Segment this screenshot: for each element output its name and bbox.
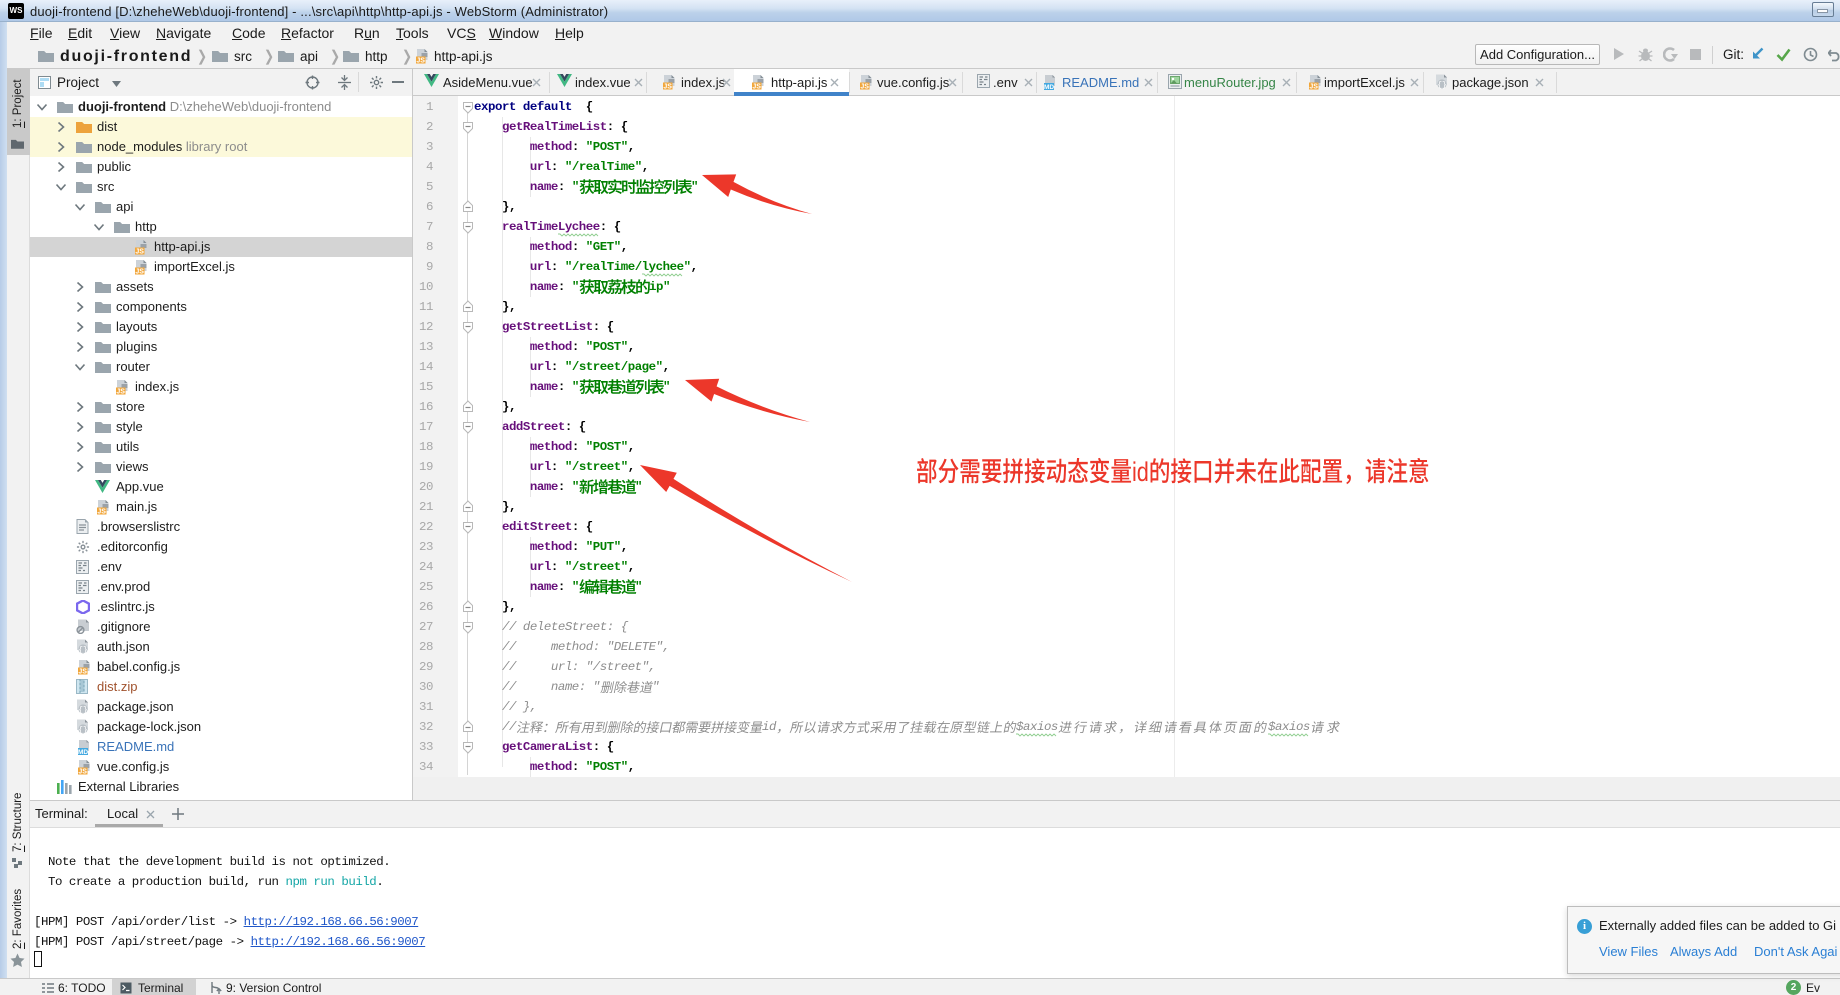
svg-text:JS: JS (78, 769, 87, 775)
svg-text:MD: MD (1044, 84, 1054, 90)
svg-text:{}: {} (78, 646, 88, 654)
svg-text:JS: JS (860, 84, 869, 90)
svg-text:JS: JS (78, 669, 87, 675)
svg-text:JS: JS (116, 389, 125, 395)
svg-text:{}: {} (78, 726, 88, 734)
svg-text:JS: JS (1309, 84, 1318, 90)
svg-text:{}: {} (1437, 81, 1447, 89)
svg-text:JS: JS (135, 269, 144, 275)
svg-text:JS: JS (135, 249, 144, 255)
svg-text:JS: JS (752, 84, 761, 90)
svg-text:MD: MD (78, 749, 88, 755)
svg-text:JS: JS (663, 84, 672, 90)
svg-text:JS: JS (416, 58, 425, 64)
svg-text:JS: JS (97, 509, 106, 515)
svg-text:{}: {} (78, 706, 88, 714)
